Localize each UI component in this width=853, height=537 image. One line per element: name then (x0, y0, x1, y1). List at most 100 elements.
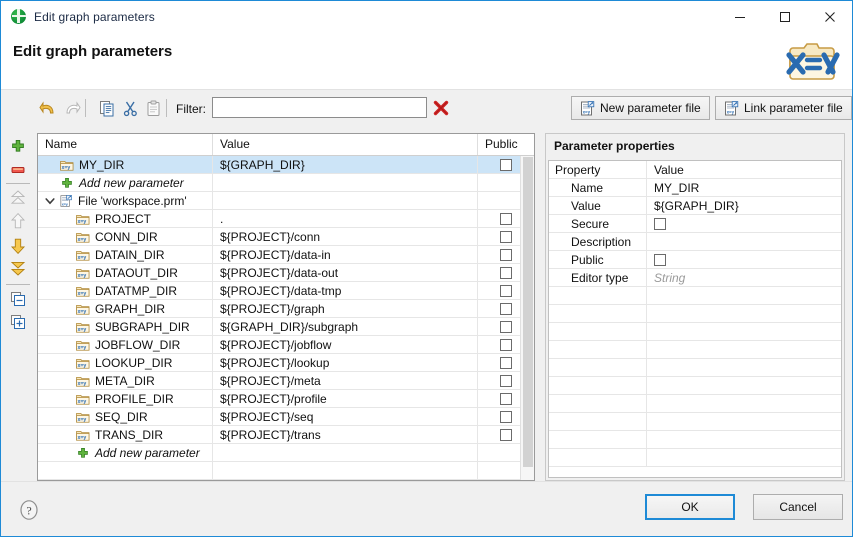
cell-name[interactable]: x=y File 'workspace.prm' (38, 191, 213, 210)
table-row[interactable]: x=y MY_DIR ${GRAPH_DIR} (38, 155, 534, 174)
public-checkbox[interactable] (499, 266, 512, 279)
public-checkbox[interactable] (499, 320, 512, 333)
undo-button[interactable] (37, 97, 59, 119)
remove-parameter-button[interactable] (7, 160, 29, 180)
cell-name[interactable]: x=y CONN_DIR (38, 227, 213, 246)
cell-value[interactable]: ${PROJECT}/conn (213, 227, 478, 246)
link-parameter-file-button[interactable]: x=y Link parameter file (715, 96, 852, 120)
cell-name[interactable]: x=y DATAOUT_DIR (38, 263, 213, 282)
table-row[interactable]: x=y TRANS_DIR ${PROJECT}/trans (38, 425, 534, 444)
move-to-bottom-button[interactable] (7, 259, 29, 279)
cell-value[interactable]: ${PROJECT}/data-in (213, 245, 478, 264)
public-checkbox[interactable] (499, 302, 512, 315)
table-row[interactable]: x=y DATAIN_DIR ${PROJECT}/data-in (38, 245, 534, 264)
cell-name[interactable]: x=y MY_DIR (38, 155, 213, 174)
table-row[interactable]: x=y SEQ_DIR ${PROJECT}/seq (38, 407, 534, 426)
property-value[interactable] (647, 215, 841, 233)
column-header-name[interactable]: Name (38, 134, 213, 155)
property-value[interactable] (647, 251, 841, 269)
close-button[interactable] (807, 2, 852, 32)
public-checkbox[interactable] (499, 212, 512, 225)
table-scroll-thumb[interactable] (523, 157, 533, 467)
move-down-button[interactable] (7, 236, 29, 256)
cell-value[interactable]: ${GRAPH_DIR} (213, 155, 478, 174)
cell-name[interactable]: x=y SUBGRAPH_DIR (38, 317, 213, 336)
cut-button[interactable] (119, 97, 141, 119)
cell-name[interactable]: x=y META_DIR (38, 371, 213, 390)
public-checkbox[interactable] (499, 392, 512, 405)
clear-filter-button[interactable] (431, 98, 451, 118)
table-row[interactable]: x=y DATATMP_DIR ${PROJECT}/data-tmp (38, 281, 534, 300)
table-row[interactable]: x=y DATAOUT_DIR ${PROJECT}/data-out (38, 263, 534, 282)
new-parameter-file-button[interactable]: x=y New parameter file (571, 96, 710, 120)
maximize-button[interactable] (762, 2, 807, 32)
property-checkbox[interactable] (654, 253, 666, 266)
cell-value[interactable] (213, 173, 478, 192)
cancel-button[interactable]: Cancel (753, 494, 843, 520)
add-parameter-button[interactable] (7, 137, 29, 157)
cell-value[interactable]: ${PROJECT}/seq (213, 407, 478, 426)
public-checkbox[interactable] (499, 410, 512, 423)
property-value[interactable]: String (647, 269, 841, 287)
cell-value[interactable]: ${PROJECT}/data-out (213, 263, 478, 282)
public-checkbox[interactable] (499, 158, 512, 171)
cell-name[interactable]: x=y PROFILE_DIR (38, 389, 213, 408)
cell-name[interactable]: Add new parameter (38, 443, 213, 462)
property-row[interactable]: Secure (549, 214, 841, 233)
property-checkbox[interactable] (654, 217, 666, 230)
collapse-all-button[interactable] (7, 289, 29, 309)
public-checkbox[interactable] (499, 284, 512, 297)
property-value[interactable]: MY_DIR (647, 179, 841, 197)
public-checkbox[interactable] (499, 374, 512, 387)
cell-name[interactable]: x=y TRANS_DIR (38, 425, 213, 444)
public-checkbox[interactable] (499, 356, 512, 369)
table-row[interactable]: x=y PROJECT. (38, 209, 534, 228)
cell-value[interactable]: ${PROJECT}/trans (213, 425, 478, 444)
property-value[interactable] (647, 233, 841, 251)
property-row[interactable]: Description (549, 232, 841, 251)
table-row[interactable]: Add new parameter (38, 173, 534, 192)
property-row[interactable]: Editor type String (549, 268, 841, 287)
table-row[interactable]: x=y File 'workspace.prm' (38, 191, 534, 210)
cell-value[interactable]: ${PROJECT}/graph (213, 299, 478, 318)
cell-value[interactable] (213, 443, 478, 462)
cell-value[interactable]: ${PROJECT}/meta (213, 371, 478, 390)
table-row[interactable]: x=y SUBGRAPH_DIR ${GRAPH_DIR}/subgraph (38, 317, 534, 336)
cell-value[interactable]: ${GRAPH_DIR}/subgraph (213, 317, 478, 336)
table-row[interactable]: Add new parameter (38, 443, 534, 462)
cell-name[interactable]: x=y JOBFLOW_DIR (38, 335, 213, 354)
cell-value[interactable] (213, 191, 478, 210)
public-checkbox[interactable] (499, 230, 512, 243)
cell-value[interactable]: ${PROJECT}/jobflow (213, 335, 478, 354)
public-checkbox[interactable] (499, 428, 512, 441)
cell-value[interactable]: ${PROJECT}/profile (213, 389, 478, 408)
filter-input[interactable] (212, 97, 427, 118)
minimize-button[interactable] (717, 2, 762, 32)
cell-name[interactable]: x=y SEQ_DIR (38, 407, 213, 426)
property-row[interactable]: Public (549, 250, 841, 269)
cell-value[interactable]: ${PROJECT}/lookup (213, 353, 478, 372)
public-checkbox[interactable] (499, 248, 512, 261)
copy-button[interactable] (96, 97, 118, 119)
cell-name[interactable]: x=y LOOKUP_DIR (38, 353, 213, 372)
expand-all-button[interactable] (7, 312, 29, 332)
cell-name[interactable]: x=y PROJECT (38, 209, 213, 228)
property-row[interactable]: Value ${GRAPH_DIR} (549, 196, 841, 215)
table-vertical-scrollbar[interactable] (520, 156, 534, 480)
ok-button[interactable]: OK (645, 494, 735, 520)
cell-value[interactable]: . (213, 209, 478, 228)
property-value[interactable]: ${GRAPH_DIR} (647, 197, 841, 215)
public-checkbox[interactable] (499, 338, 512, 351)
table-row[interactable]: x=y LOOKUP_DIR ${PROJECT}/lookup (38, 353, 534, 372)
table-row[interactable]: x=y PROFILE_DIR ${PROJECT}/profile (38, 389, 534, 408)
table-row[interactable]: x=y JOBFLOW_DIR ${PROJECT}/jobflow (38, 335, 534, 354)
table-row[interactable]: x=y CONN_DIR ${PROJECT}/conn (38, 227, 534, 246)
property-row[interactable]: Name MY_DIR (549, 178, 841, 197)
cell-name[interactable]: x=y GRAPH_DIR (38, 299, 213, 318)
table-row[interactable]: x=y GRAPH_DIR ${PROJECT}/graph (38, 299, 534, 318)
table-row[interactable]: x=y META_DIR ${PROJECT}/meta (38, 371, 534, 390)
cell-name[interactable]: x=y DATATMP_DIR (38, 281, 213, 300)
cell-value[interactable]: ${PROJECT}/data-tmp (213, 281, 478, 300)
panel-splitter[interactable] (536, 133, 544, 481)
column-header-public[interactable]: Public (478, 134, 533, 155)
